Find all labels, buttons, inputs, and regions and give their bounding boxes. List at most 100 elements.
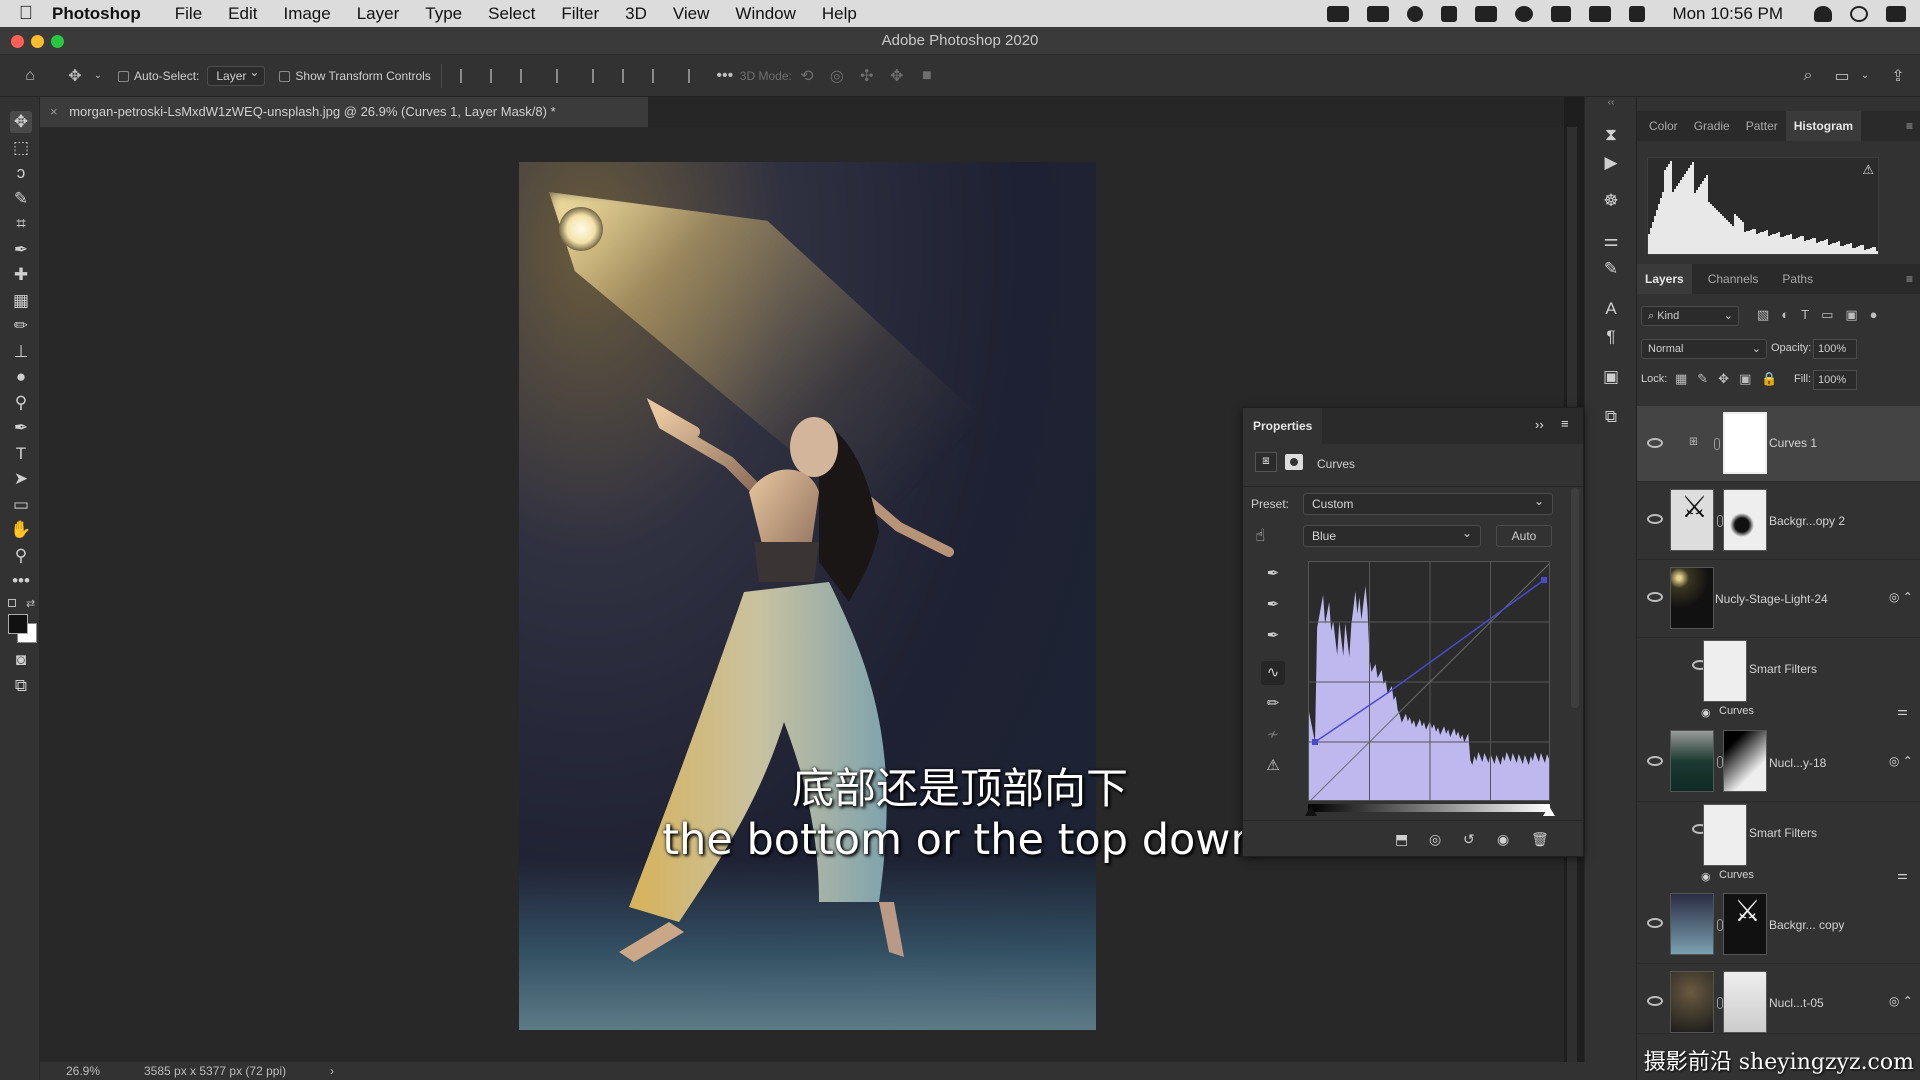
tab-patterns[interactable]: Patter <box>1738 111 1786 141</box>
layer-mask-thumbnail[interactable]: ⚔ <box>1723 893 1767 955</box>
more-options-icon[interactable]: ••• <box>710 67 740 85</box>
apple-icon[interactable]:  <box>0 3 52 25</box>
tab-paths[interactable]: Paths <box>1774 264 1821 294</box>
collapse-icon[interactable]: ‹‹ <box>1585 97 1637 109</box>
3d-orbit-icon[interactable]: ⟲ <box>792 66 822 86</box>
collapse-panel-icon[interactable]: ›› <box>1535 417 1544 432</box>
swap-colors-icon[interactable]: ⇄ <box>26 597 35 610</box>
fill-input[interactable]: 100% <box>1813 370 1857 390</box>
black-point-slider[interactable] <box>1305 806 1317 816</box>
airplay-icon[interactable] <box>1589 5 1612 22</box>
menu-type[interactable]: Type <box>425 4 462 24</box>
menu-image[interactable]: Image <box>283 4 330 24</box>
filter-eye-icon[interactable]: ◉ <box>1701 870 1711 883</box>
edit-points-curve-icon[interactable]: ∿ <box>1261 661 1285 685</box>
hand-tool-icon[interactable]: ✋ <box>10 519 32 541</box>
smart-filters-row[interactable]: Smart Filters ◉ Curves ⚌ <box>1637 638 1920 722</box>
brush-tool-icon[interactable]: ✏ <box>10 315 32 337</box>
eyedropper-tool-icon[interactable]: ✒ <box>10 239 32 261</box>
foreground-color-swatch[interactable] <box>8 614 28 634</box>
layer-name[interactable]: Curves 1 <box>1769 436 1817 450</box>
quick-mask-icon[interactable]: ◙ <box>10 649 32 671</box>
smart-filters-row-2[interactable]: Smart Filters ◉ Curves ⚌ <box>1637 802 1920 886</box>
app-menu[interactable]: Photoshop <box>52 4 141 24</box>
sample-white-eyedropper-icon[interactable]: ✒ <box>1261 624 1285 648</box>
healing-brush-tool-icon[interactable]: ✚ <box>10 264 32 286</box>
layer-name[interactable]: Nucl...t-05 <box>1769 996 1824 1010</box>
status-icon-time-machine[interactable] <box>1515 5 1534 22</box>
align-right-icon[interactable] <box>519 68 534 83</box>
3d-roll-icon[interactable]: ◎ <box>822 66 852 86</box>
clone-stamp-tool-icon[interactable]: ⊥ <box>10 341 32 363</box>
filter-eye-icon[interactable]: ◉ <box>1701 706 1711 719</box>
3d-slide-icon[interactable]: ✥ <box>882 66 912 86</box>
filter-icons[interactable]: ▧◐T▭▣● <box>1757 307 1890 323</box>
zoom-level[interactable]: 26.9% <box>66 1062 100 1080</box>
distribute-icon[interactable] <box>687 68 702 83</box>
layer-mask-thumbnail[interactable] <box>1723 489 1767 551</box>
align-left-icon[interactable] <box>459 68 474 83</box>
pen-tool-icon[interactable]: ✒ <box>10 417 32 439</box>
minimize-window-button[interactable] <box>31 35 44 48</box>
layer-mask-thumbnail[interactable] <box>1723 412 1767 474</box>
align-bottom-icon[interactable] <box>651 68 666 83</box>
align-center-icon[interactable] <box>489 68 504 83</box>
actions-panel-icon[interactable]: ▶ <box>1599 151 1623 175</box>
layer-filter-dropdown[interactable]: ⌕ Kind ⌄ <box>1641 306 1739 326</box>
move-tool-icon[interactable]: ✥ <box>10 111 32 133</box>
marquee-tool-icon[interactable]: ⬚ <box>10 137 32 159</box>
properties-title[interactable]: Properties <box>1243 408 1323 444</box>
menu-3d[interactable]: 3D <box>625 4 647 24</box>
move-tool-preset-icon[interactable]: ✥ <box>60 66 90 86</box>
smart-filter-icon[interactable]: ◎ ⌃ <box>1889 754 1913 768</box>
layer-mask-thumbnail[interactable] <box>1723 730 1767 792</box>
layer-name[interactable]: Nucl...y-18 <box>1769 756 1826 770</box>
filter-options-icon[interactable]: ⚌ <box>1897 704 1908 718</box>
link-icon[interactable] <box>1714 438 1720 450</box>
menu-edit[interactable]: Edit <box>228 4 257 24</box>
workspace-icon[interactable]: ▭ <box>1830 66 1854 86</box>
document-canvas-photo[interactable] <box>519 162 1096 1030</box>
auto-select-dropdown[interactable]: Layer <box>207 65 266 86</box>
status-menu-arrow[interactable]: › <box>330 1062 334 1080</box>
3d-camera-icon[interactable]: ■ <box>912 67 942 85</box>
smooth-curve-icon[interactable]: ≁ <box>1261 723 1285 747</box>
filter-curves-label[interactable]: Curves <box>1719 705 1754 717</box>
screen-mode-icon[interactable]: ⧉ <box>10 675 32 697</box>
adjustments-panel-icon[interactable]: ⚌ <box>1599 229 1623 253</box>
draw-curve-pencil-icon[interactable]: ✏ <box>1261 692 1285 716</box>
libraries-panel-icon[interactable]: ☸ <box>1599 189 1623 213</box>
smart-filter-mask-thumbnail[interactable] <box>1703 804 1747 866</box>
preset-dropdown[interactable]: Custom <box>1303 493 1553 515</box>
align-horizontal-icon[interactable] <box>555 68 570 83</box>
menu-help[interactable]: Help <box>822 4 857 24</box>
close-tab-icon[interactable]: × <box>50 104 58 119</box>
sample-gray-eyedropper-icon[interactable]: ✒ <box>1261 593 1285 617</box>
white-point-slider[interactable] <box>1543 806 1555 816</box>
menu-clock[interactable]: Mon 10:56 PM <box>1672 4 1783 24</box>
menu-window[interactable]: Window <box>735 4 795 24</box>
smart-filter-icon[interactable]: ◎ ⌃ <box>1889 590 1913 604</box>
history-panel-icon[interactable]: ⧗ <box>1599 123 1623 147</box>
quick-select-tool-icon[interactable]: ✎ <box>10 188 32 210</box>
brushes-panel-icon[interactable]: ✎ <box>1599 257 1623 281</box>
smart-object-thumbnail[interactable] <box>1670 567 1714 629</box>
smart-filters-label[interactable]: Smart Filters <box>1749 826 1817 840</box>
status-icon-creative-cloud[interactable] <box>1327 5 1350 22</box>
status-icon-notification[interactable] <box>1407 5 1424 22</box>
layer-name[interactable]: Backgr...opy 2 <box>1769 514 1845 528</box>
path-selection-tool-icon[interactable]: ➤ <box>10 468 32 490</box>
lasso-tool-icon[interactable]: ↄ <box>10 162 32 184</box>
status-icon-screen[interactable] <box>1475 5 1498 22</box>
align-top-icon[interactable] <box>591 68 606 83</box>
visibility-eye-icon[interactable]: ◉ <box>1497 831 1509 848</box>
layer-name[interactable]: Backgr... copy <box>1769 918 1844 932</box>
curves-adjustment-icon[interactable]: ⧆ <box>1255 452 1277 472</box>
tab-layers[interactable]: Layers <box>1637 264 1692 294</box>
layer-row-stage-light-24[interactable]: Nucly-Stage-Light-24 ◎ ⌃ <box>1637 560 1920 638</box>
layer-row-stage-light-18[interactable]: Nucl...y-18 ◎ ⌃ <box>1637 722 1920 802</box>
tab-gradients[interactable]: Gradie <box>1686 111 1738 141</box>
targeted-adjustment-icon[interactable]: ☝ <box>1255 526 1265 546</box>
smart-filter-mask-thumbnail[interactable] <box>1703 640 1747 702</box>
default-colors-icon[interactable] <box>8 599 16 607</box>
